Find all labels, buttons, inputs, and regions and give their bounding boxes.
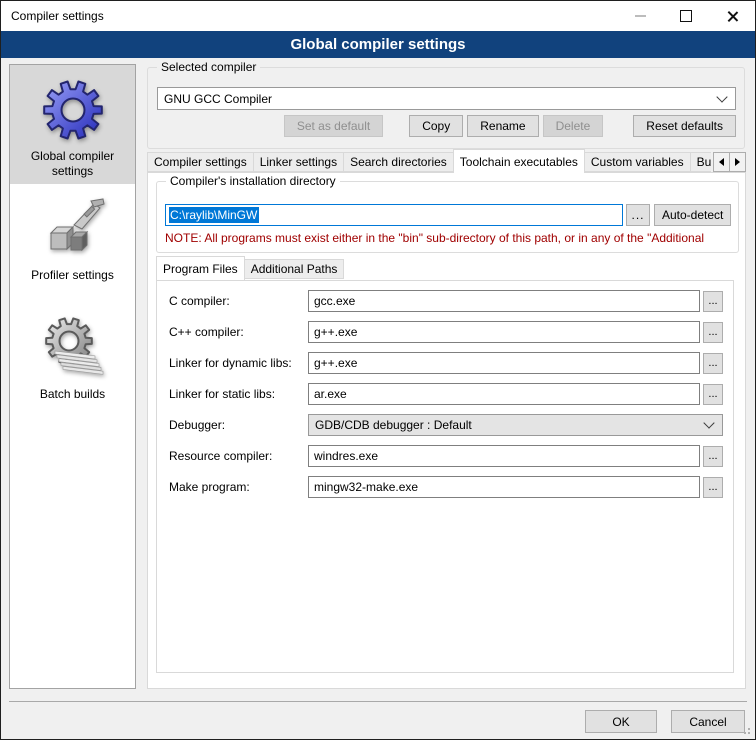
selected-compiler-select[interactable]: GNU GCC Compiler	[157, 87, 736, 110]
browse-c-compiler-button[interactable]: ...	[703, 291, 723, 312]
installation-directory-row: C:\raylib\MinGW ... Auto-detect	[165, 204, 730, 226]
right-arrow-icon	[735, 158, 740, 166]
chevron-down-icon	[716, 91, 727, 102]
field-row: Make program: mingw32-make.exe...	[169, 476, 723, 498]
field-row: Linker for static libs: ar.exe...	[169, 383, 723, 405]
maximize-button[interactable]	[663, 1, 709, 31]
input-value: g++.exe	[314, 325, 357, 339]
minimize-icon	[635, 15, 646, 17]
toolchain-subtabs: Program FilesAdditional Paths	[156, 256, 344, 280]
field-row: Debugger: GDB/CDB debugger : Default	[169, 414, 723, 436]
tab-compiler-settings[interactable]: Compiler settings	[147, 152, 254, 172]
input-value: mingw32-make.exe	[314, 480, 418, 494]
select-value: GDB/CDB debugger : Default	[315, 418, 472, 432]
sidebar-item-label: Batch builds	[37, 387, 108, 402]
field-row: C++ compiler: g++.exe...	[169, 321, 723, 343]
tab-scroll-arrows	[713, 152, 746, 172]
set-as-default-button: Set as default	[284, 115, 383, 137]
page-title: Global compiler settings	[290, 36, 465, 53]
ok-button[interactable]: OK	[585, 710, 657, 733]
tab-builc[interactable]: Builc	[690, 152, 711, 172]
linker-for-static-libs-input[interactable]: ar.exe	[308, 383, 700, 405]
sidebar-item-label: Profiler settings	[28, 268, 117, 283]
field-label: Debugger:	[169, 418, 308, 432]
debugger-select[interactable]: GDB/CDB debugger : Default	[308, 414, 723, 436]
input-value: ar.exe	[314, 387, 347, 401]
sidebar-item-batch-builds[interactable]: Batch builds	[10, 303, 135, 422]
make-program-input[interactable]: mingw32-make.exe	[308, 476, 700, 498]
field-row: Resource compiler: windres.exe...	[169, 445, 723, 467]
cancel-button[interactable]: Cancel	[671, 710, 745, 733]
close-icon	[726, 10, 739, 23]
sidebar-item-profiler-settings[interactable]: Profiler settings	[10, 184, 135, 303]
sidebar-item-label: Global compiler settings	[10, 149, 135, 179]
input-value: windres.exe	[314, 449, 378, 463]
c-compiler-input[interactable]: g++.exe	[308, 321, 700, 343]
tab-toolchain-executables[interactable]: Toolchain executables	[453, 149, 585, 173]
browse-resource-compiler-button[interactable]: ...	[703, 446, 723, 467]
tab-linker-settings[interactable]: Linker settings	[253, 152, 344, 172]
subtab-program-files[interactable]: Program Files	[156, 256, 245, 280]
program-files-panel: C compiler: gcc.exe... C++ compiler: g++…	[156, 280, 734, 673]
tabs-scroll-left-button[interactable]	[713, 152, 730, 172]
copy-button[interactable]: Copy	[409, 115, 463, 137]
settings-category-list: Global compiler settings Profiler settin…	[9, 64, 136, 689]
browse-linker-for-static-libs-button[interactable]: ...	[703, 384, 723, 405]
browse-make-program-button[interactable]: ...	[703, 477, 723, 498]
input-value: gcc.exe	[314, 294, 355, 308]
blue-gear-icon	[41, 78, 105, 142]
resource-compiler-input[interactable]: windres.exe	[308, 445, 700, 467]
tab-list: Compiler settingsLinker settingsSearch d…	[147, 149, 711, 173]
field-label: Linker for dynamic libs:	[169, 356, 308, 370]
compiler-tabs: Compiler settingsLinker settingsSearch d…	[147, 149, 746, 173]
window-controls	[617, 1, 755, 31]
field-label: Resource compiler:	[169, 449, 308, 463]
linker-for-dynamic-libs-input[interactable]: g++.exe	[308, 352, 700, 374]
installation-directory-group-label: Compiler's installation directory	[166, 174, 340, 188]
gray-gear-stack-icon	[41, 316, 105, 380]
field-label: C++ compiler:	[169, 325, 308, 339]
dialog-header: Global compiler settings	[1, 31, 755, 58]
browse-c-compiler-button[interactable]: ...	[703, 322, 723, 343]
field-label: Make program:	[169, 480, 308, 494]
compiler-settings-dialog: Compiler settings Global compiler settin…	[0, 0, 756, 740]
installation-directory-group: Compiler's installation directory C:\ray…	[156, 181, 739, 253]
auto-detect-button[interactable]: Auto-detect	[654, 204, 731, 226]
delete-button: Delete	[543, 115, 604, 137]
titlebar[interactable]: Compiler settings	[1, 1, 755, 31]
tabs-scroll-right-button[interactable]	[729, 152, 746, 172]
rename-button[interactable]: Rename	[467, 115, 538, 137]
window-title: Compiler settings	[1, 9, 104, 23]
sidebar-item-global-compiler-settings[interactable]: Global compiler settings	[10, 65, 135, 184]
field-row: C compiler: gcc.exe...	[169, 290, 723, 312]
maximize-icon	[680, 10, 692, 22]
profiler-caliper-icon	[41, 197, 105, 261]
dialog-body: Global compiler settings Profiler settin…	[2, 58, 754, 738]
field-label: Linker for static libs:	[169, 387, 308, 401]
selected-compiler-group-label: Selected compiler	[157, 60, 260, 74]
field-row: Linker for dynamic libs: g++.exe...	[169, 352, 723, 374]
footer-separator	[9, 701, 747, 702]
note-text: NOTE: All programs must exist either in …	[165, 231, 736, 245]
field-label: C compiler:	[169, 294, 308, 308]
installation-directory-input[interactable]: C:\raylib\MinGW	[165, 204, 623, 226]
tab-custom-variables[interactable]: Custom variables	[584, 152, 691, 172]
browse-directory-button[interactable]: ...	[626, 204, 650, 226]
left-arrow-icon	[719, 158, 724, 166]
chevron-down-icon	[703, 417, 714, 428]
c-compiler-input[interactable]: gcc.exe	[308, 290, 700, 312]
compiler-actions: Set as default CopyRenameDelete Reset defa…	[284, 115, 736, 137]
reset-defaults-button[interactable]: Reset defaults	[633, 115, 736, 137]
resize-grip[interactable]	[748, 732, 750, 734]
browse-linker-for-dynamic-libs-button[interactable]: ...	[703, 353, 723, 374]
minimize-button	[617, 1, 663, 31]
selected-compiler-group: Selected compiler GNU GCC Compiler Set a…	[147, 67, 745, 149]
subtab-additional-paths[interactable]: Additional Paths	[244, 259, 345, 279]
input-value: g++.exe	[314, 356, 357, 370]
toolchain-executables-panel: Compiler's installation directory C:\ray…	[147, 172, 746, 689]
tab-search-directories[interactable]: Search directories	[343, 152, 454, 172]
selected-compiler-value: GNU GCC Compiler	[164, 92, 272, 106]
installation-directory-value: C:\raylib\MinGW	[169, 207, 259, 223]
close-button[interactable]	[709, 1, 755, 31]
